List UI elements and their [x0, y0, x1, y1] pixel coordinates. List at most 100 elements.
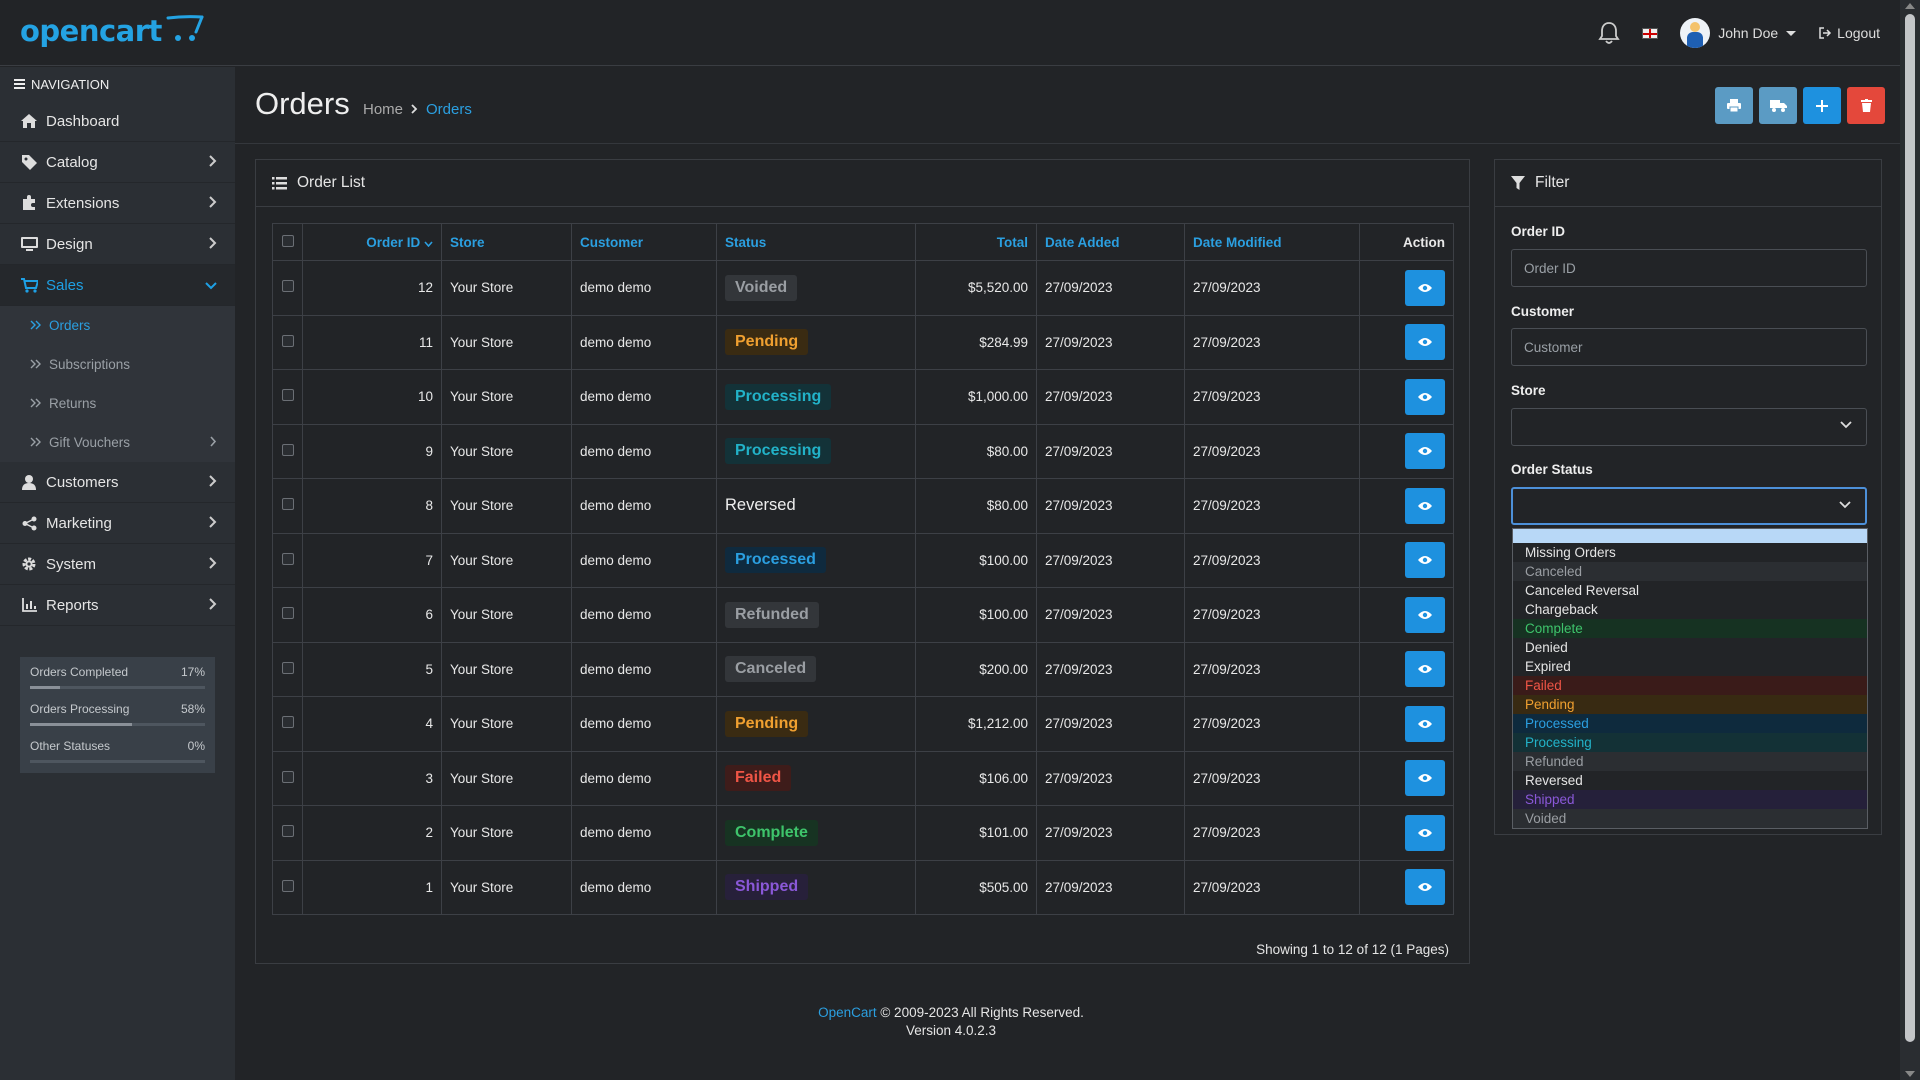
sidebar-item-sales[interactable]: Sales [0, 265, 235, 306]
breadcrumb-current[interactable]: Orders [426, 101, 472, 118]
sidebar-item-catalog[interactable]: Catalog [0, 142, 235, 183]
select-all-checkbox[interactable] [281, 234, 294, 247]
sidebar-subitem-orders[interactable]: Orders [0, 306, 235, 345]
order-status-option[interactable]: Denied [1513, 638, 1867, 657]
row-checkbox[interactable] [281, 879, 294, 892]
store-cell: Your Store [441, 805, 572, 861]
total-cell: $100.00 [915, 532, 1037, 588]
sidebar-subitem-returns[interactable]: Returns [0, 384, 235, 423]
delete-button[interactable] [1847, 87, 1885, 124]
language-flag-icon[interactable] [1642, 27, 1659, 39]
order-status-option[interactable]: Missing Orders [1513, 543, 1867, 562]
view-order-button[interactable] [1405, 324, 1445, 361]
customer-input[interactable]: Customer [1511, 328, 1867, 366]
customer-cell: demo demo [571, 369, 717, 425]
eye-icon [1418, 883, 1432, 892]
stat-value: 58% [180, 702, 205, 716]
row-checkbox[interactable] [281, 280, 294, 293]
order-status-option[interactable] [1513, 529, 1867, 543]
table-row: 12 Your Store demo demo Voided $5,520.00… [272, 260, 1454, 316]
store-select[interactable] [1511, 408, 1867, 446]
view-order-button[interactable] [1405, 269, 1445, 306]
sidebar-item-reports[interactable]: Reports [0, 585, 235, 626]
order-status-option[interactable]: Processing [1513, 733, 1867, 752]
order-list-card: Order List Order ID Store Customer Statu… [255, 159, 1470, 964]
sidebar-item-design[interactable]: Design [0, 224, 235, 265]
breadcrumb-home[interactable]: Home [363, 101, 403, 118]
progress-fill [30, 723, 132, 726]
order-status-option[interactable]: Shipped [1513, 790, 1867, 809]
order-id-input[interactable]: Order ID [1511, 249, 1867, 287]
opencart-logo[interactable]: opencart [20, 14, 204, 48]
print-shipping-button[interactable] [1759, 87, 1797, 124]
sidebar-item-dashboard[interactable]: Dashboard [0, 101, 235, 142]
column-date-added[interactable]: Date Added [1036, 223, 1185, 261]
view-order-button[interactable] [1405, 487, 1445, 524]
view-order-button[interactable] [1405, 433, 1445, 470]
sidebar-item-system[interactable]: System [0, 544, 235, 585]
status-cell: Shipped [716, 859, 916, 915]
row-checkbox[interactable] [281, 552, 294, 565]
order-id-cell: 12 [302, 260, 442, 316]
action-cell [1359, 260, 1454, 316]
order-status-option[interactable]: Chargeback [1513, 600, 1867, 619]
order-status-option[interactable]: Failed [1513, 676, 1867, 695]
scrollbar-thumb[interactable] [1905, 14, 1915, 1042]
view-order-button[interactable] [1405, 651, 1445, 688]
row-checkbox[interactable] [281, 443, 294, 456]
column-date-modified[interactable]: Date Modified [1184, 223, 1360, 261]
view-order-button[interactable] [1405, 705, 1445, 742]
order-status-option[interactable]: Canceled Reversal [1513, 581, 1867, 600]
row-checkbox[interactable] [281, 389, 294, 402]
order-status-option[interactable]: Reversed [1513, 771, 1867, 790]
date-added-cell: 27/09/2023 [1036, 641, 1185, 697]
order-status-option[interactable]: Voided [1513, 809, 1867, 828]
view-order-button[interactable] [1405, 596, 1445, 633]
sidebar-subitem-subscriptions[interactable]: Subscriptions [0, 345, 235, 384]
logout-link[interactable]: Logout [1818, 25, 1880, 41]
column-store[interactable]: Store [441, 223, 572, 261]
row-checkbox[interactable] [281, 661, 294, 674]
column-order-id[interactable]: Order ID [302, 223, 442, 261]
row-checkbox[interactable] [281, 607, 294, 620]
order-status-option[interactable]: Processed [1513, 714, 1867, 733]
sidebar-item-marketing[interactable]: Marketing [0, 503, 235, 544]
sidebar-subitem-gift-vouchers[interactable]: Gift Vouchers [0, 423, 235, 462]
sidebar-item-customers[interactable]: Customers [0, 462, 235, 503]
navigation-toggle[interactable]: NAVIGATION [0, 67, 235, 101]
order-status-select[interactable] [1511, 487, 1867, 525]
view-order-button[interactable] [1405, 542, 1445, 579]
order-status-option[interactable]: Canceled [1513, 562, 1867, 581]
date-added-cell: 27/09/2023 [1036, 859, 1185, 915]
sidebar-subitem-label: Orders [49, 318, 91, 333]
row-checkbox[interactable] [281, 770, 294, 783]
row-checkbox[interactable] [281, 334, 294, 347]
action-cell [1359, 859, 1454, 915]
customer-cell: demo demo [571, 532, 717, 588]
order-status-option[interactable]: Pending [1513, 695, 1867, 714]
store-cell: Your Store [441, 532, 572, 588]
double-chevron-icon [30, 357, 41, 372]
page-scrollbar[interactable] [1900, 0, 1920, 1080]
column-total[interactable]: Total [915, 223, 1037, 261]
opencart-link[interactable]: OpenCart [818, 1005, 877, 1020]
view-order-button[interactable] [1405, 378, 1445, 415]
scroll-down-arrow-icon[interactable] [1905, 1071, 1915, 1077]
column-status[interactable]: Status [716, 223, 916, 261]
order-status-option[interactable]: Expired [1513, 657, 1867, 676]
view-order-button[interactable] [1405, 814, 1445, 851]
print-invoice-button[interactable] [1715, 87, 1753, 124]
row-checkbox[interactable] [281, 498, 294, 511]
order-status-option[interactable]: Refunded [1513, 752, 1867, 771]
row-checkbox[interactable] [281, 716, 294, 729]
view-order-button[interactable] [1405, 869, 1445, 906]
bell-icon[interactable] [1598, 21, 1620, 45]
view-order-button[interactable] [1405, 760, 1445, 797]
scroll-up-arrow-icon[interactable] [1905, 3, 1915, 9]
sidebar-item-extensions[interactable]: Extensions [0, 183, 235, 224]
order-status-option[interactable]: Complete [1513, 619, 1867, 638]
row-checkbox[interactable] [281, 825, 294, 838]
add-order-button[interactable] [1803, 87, 1841, 124]
column-customer[interactable]: Customer [571, 223, 717, 261]
user-menu[interactable]: John Doe [1680, 18, 1797, 48]
